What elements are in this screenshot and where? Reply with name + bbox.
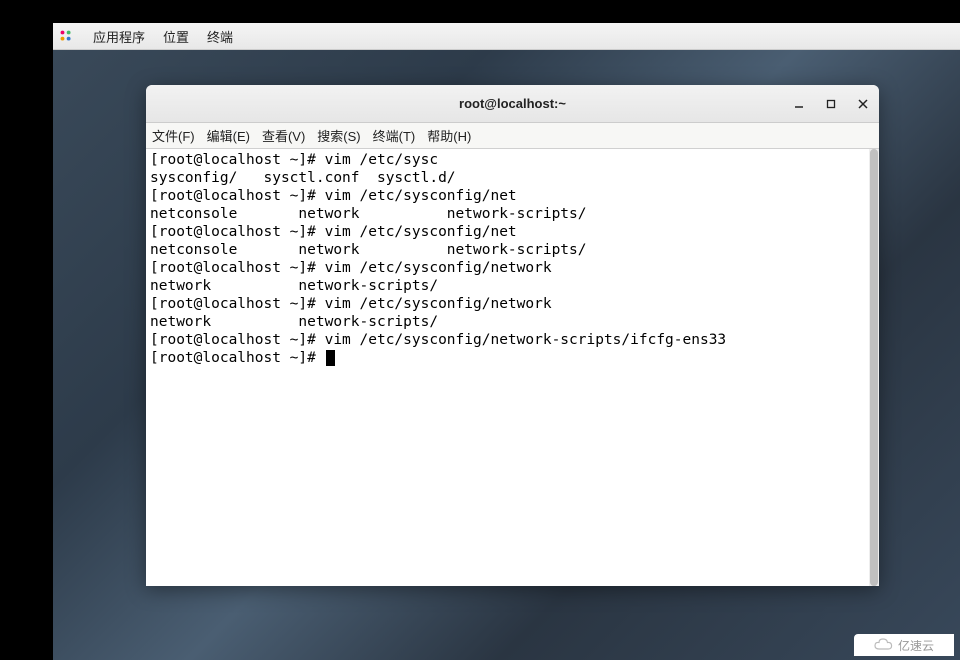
terminal-cursor [326, 350, 335, 366]
window-title: root@localhost:~ [459, 96, 566, 111]
cloud-icon [874, 638, 894, 652]
applications-icon [59, 29, 73, 43]
terminal-line: [root@localhost ~]# vim /etc/sysc [150, 152, 438, 168]
terminal-body[interactable]: [root@localhost ~]# vim /etc/sysc syscon… [146, 149, 879, 586]
menu-terminal[interactable]: 终端(T) [373, 126, 416, 145]
outer-black-left [0, 0, 53, 660]
menu-help[interactable]: 帮助(H) [427, 126, 471, 145]
watermark: 亿速云 [854, 634, 954, 656]
topbar-item-places[interactable]: 位置 [163, 27, 189, 46]
terminal-line: network network-scripts/ [150, 314, 438, 330]
terminal-line: netconsole network network-scripts/ [150, 242, 587, 258]
menu-view[interactable]: 查看(V) [262, 126, 305, 145]
menubar: 文件(F) 编辑(E) 查看(V) 搜索(S) 终端(T) 帮助(H) [146, 123, 879, 149]
close-button[interactable] [853, 94, 873, 114]
terminal-scrollbar[interactable] [869, 149, 879, 586]
topbar-item-applications[interactable]: 应用程序 [93, 27, 145, 46]
terminal-window: root@localhost:~ 文件(F) 编辑(E) 查看(V) 搜索(S)… [146, 85, 879, 586]
terminal-line: [root@localhost ~]# vim /etc/sysconfig/n… [150, 260, 552, 276]
minimize-icon [794, 99, 804, 109]
terminal-line: [root@localhost ~]# [150, 350, 325, 366]
watermark-text: 亿速云 [898, 637, 934, 654]
terminal-line: [root@localhost ~]# vim /etc/sysconfig/n… [150, 296, 552, 312]
maximize-button[interactable] [821, 94, 841, 114]
gnome-topbar: 应用程序 位置 终端 [53, 23, 960, 50]
scrollbar-thumb[interactable] [870, 149, 878, 586]
menu-search[interactable]: 搜索(S) [317, 126, 360, 145]
outer-black-top [0, 0, 960, 23]
maximize-icon [826, 99, 836, 109]
terminal-line: [root@localhost ~]# vim /etc/sysconfig/n… [150, 224, 517, 240]
close-icon [858, 99, 868, 109]
minimize-button[interactable] [789, 94, 809, 114]
window-controls [789, 85, 873, 122]
topbar-item-terminal[interactable]: 终端 [207, 27, 233, 46]
terminal-line: sysconfig/ sysctl.conf sysctl.d/ [150, 170, 456, 186]
menu-edit[interactable]: 编辑(E) [207, 126, 250, 145]
terminal-line: network network-scripts/ [150, 278, 438, 294]
titlebar[interactable]: root@localhost:~ [146, 85, 879, 123]
terminal-line: [root@localhost ~]# vim /etc/sysconfig/n… [150, 332, 726, 348]
terminal-line: netconsole network network-scripts/ [150, 206, 587, 222]
terminal-line: [root@localhost ~]# vim /etc/sysconfig/n… [150, 188, 517, 204]
menu-file[interactable]: 文件(F) [152, 126, 195, 145]
